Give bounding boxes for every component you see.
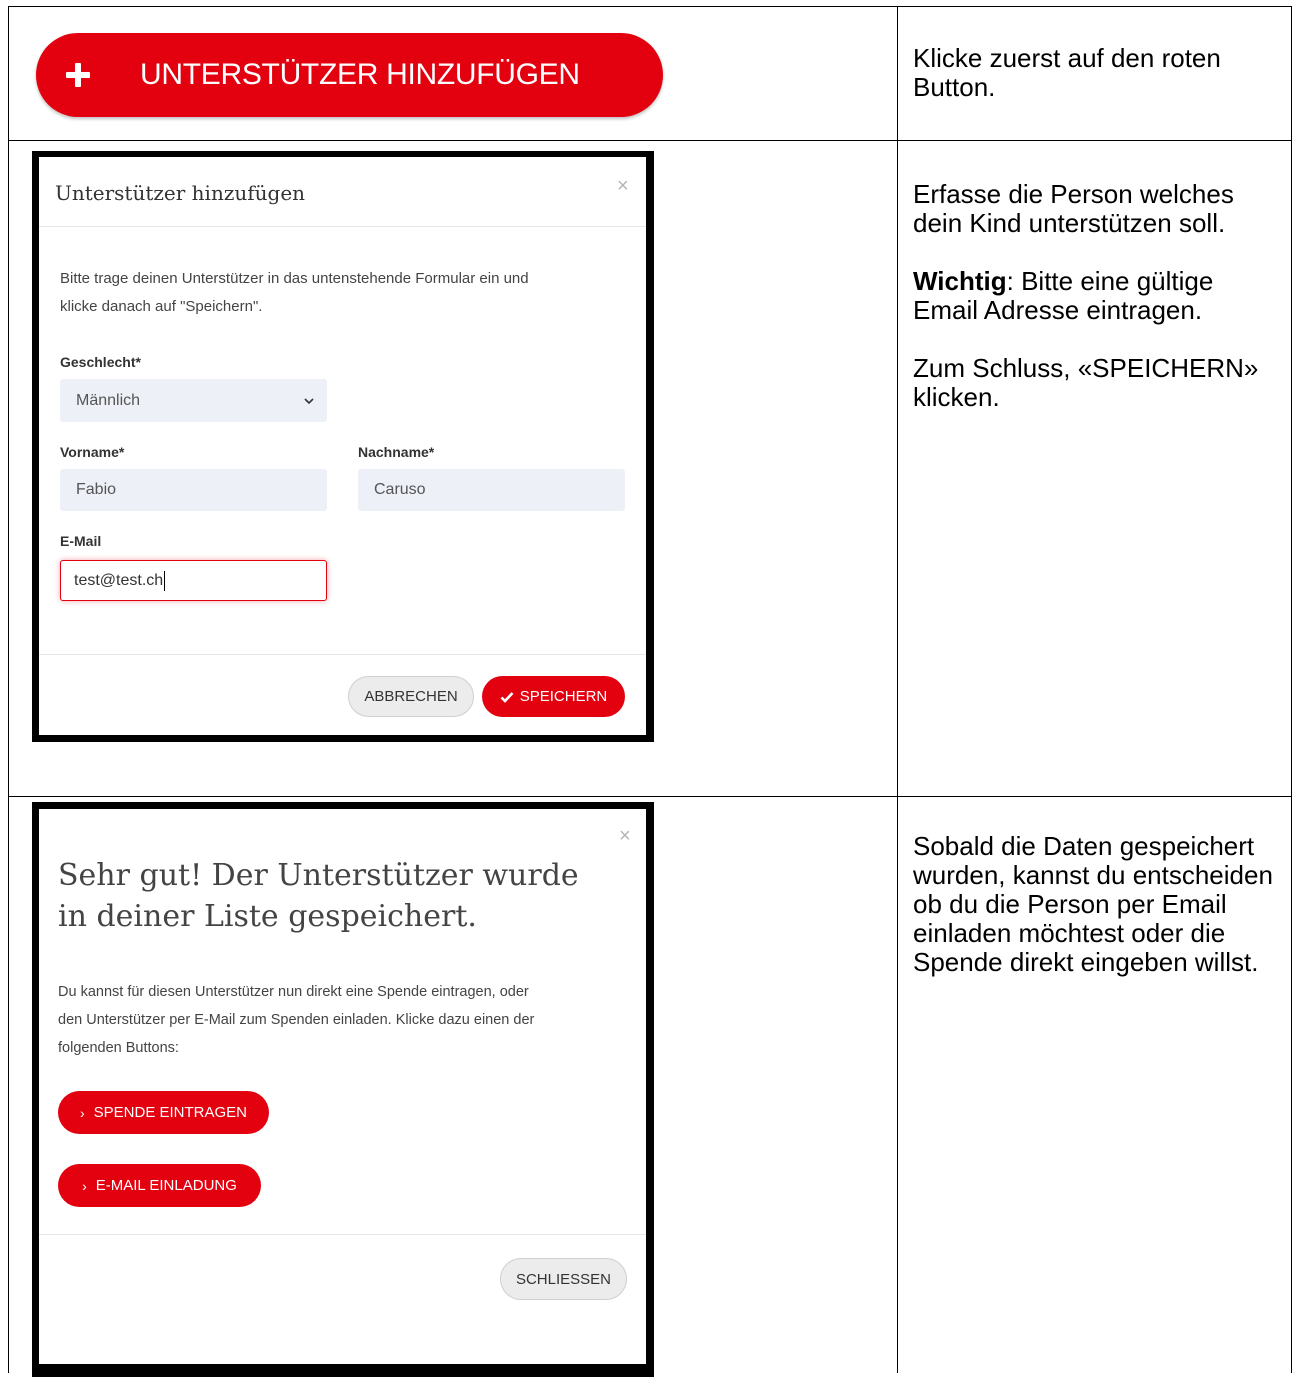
instruction-text: Sobald die Daten gespeichert wurden, kan…: [913, 831, 1273, 977]
chevron-right-icon: ›: [82, 1177, 87, 1194]
important-label: Wichtig: [913, 266, 1007, 296]
success-text: Du kannst für diesen Unterstützer nun di…: [58, 978, 638, 1062]
instruction-step-1: Klicke zuerst auf den roten Button.: [913, 44, 1273, 102]
email-invite-button[interactable]: › E-MAIL EINLADUNG: [58, 1164, 261, 1207]
table-row-divider-1: [8, 140, 1292, 141]
intro-line-2: klicke danach auf "Speichern".: [60, 298, 263, 315]
email-label: E-Mail: [60, 533, 102, 549]
table-border-left: [8, 6, 9, 1373]
text-line-2: den Unterstützer per E-Mail zum Spenden …: [58, 1012, 535, 1028]
instruction-text: Klicke zuerst auf den roten Button.: [913, 43, 1221, 102]
text-line-3: folgenden Buttons:: [58, 1040, 179, 1056]
modal-footer-divider: [39, 654, 646, 655]
email-invite-label: E-MAIL EINLADUNG: [95, 1177, 237, 1194]
close-icon[interactable]: ×: [617, 175, 629, 198]
cancel-button[interactable]: ABBRECHEN: [348, 676, 474, 717]
close-icon[interactable]: ×: [619, 825, 631, 848]
plus-icon: [66, 63, 90, 87]
add-donation-button[interactable]: › SPENDE EINTRAGEN: [58, 1091, 269, 1134]
modal-footer-divider: [39, 1234, 646, 1235]
gender-select[interactable]: Männlich: [60, 379, 327, 422]
gender-select-value: Männlich: [76, 391, 141, 409]
table-border-top: [8, 6, 1292, 7]
success-modal: × Sehr gut! Der Unterstützer wurde in de…: [39, 809, 646, 1364]
email-input[interactable]: test@test.ch: [60, 560, 327, 601]
instruction-step-2: Erfasse die Person welches dein Kind unt…: [913, 180, 1283, 412]
instruction-text-3: Zum Schluss, «SPEICHERN» klicken.: [913, 353, 1259, 412]
modal-header-divider: [39, 226, 646, 227]
firstname-label: Vorname*: [60, 444, 125, 460]
modal-intro-text: Bitte trage deinen Unterstützer in das u…: [60, 265, 630, 321]
firstname-input[interactable]: Fabio: [60, 469, 327, 511]
heading-line-2: in deiner Liste gespeichert.: [58, 899, 477, 934]
modal-title: Unterstützer hinzufügen: [55, 181, 306, 205]
table-row-divider-2: [8, 796, 1292, 797]
chevron-down-icon: [304, 398, 314, 405]
add-donation-label: SPENDE EINTRAGEN: [93, 1104, 248, 1121]
save-button-label: SPEICHERN: [519, 688, 608, 705]
lastname-value: Caruso: [374, 481, 426, 498]
intro-line-1: Bitte trage deinen Unterstützer in das u…: [60, 270, 529, 287]
lastname-input[interactable]: Caruso: [358, 469, 625, 511]
instruction-text-1: Erfasse die Person welches dein Kind unt…: [913, 179, 1234, 238]
email-value: test@test.ch: [74, 571, 164, 589]
gender-label: Geschlecht*: [60, 354, 141, 370]
checkmark-icon: [500, 691, 514, 703]
save-button[interactable]: SPEICHERN: [482, 676, 625, 717]
firstname-value: Fabio: [76, 481, 117, 498]
success-heading: Sehr gut! Der Unterstützer wurde in dein…: [58, 855, 638, 937]
instruction-important: Wichtig: Bitte eine gültige Email Adress…: [913, 267, 1283, 325]
text-cursor: [164, 570, 166, 591]
table-column-divider: [897, 6, 898, 1373]
heading-line-1: Sehr gut! Der Unterstützer wurde: [58, 858, 579, 893]
add-supporter-label: UNTERSTÜTZER HINZUFÜGEN: [140, 58, 580, 91]
add-supporter-modal: Unterstützer hinzufügen × Bitte trage de…: [39, 157, 646, 735]
instruction-step-3: Sobald die Daten gespeichert wurden, kan…: [913, 832, 1283, 977]
add-supporter-button[interactable]: UNTERSTÜTZER HINZUFÜGEN: [36, 33, 663, 117]
text-line-1: Du kannst für diesen Unterstützer nun di…: [58, 984, 529, 1000]
lastname-label: Nachname*: [358, 444, 435, 460]
chevron-right-icon: ›: [79, 1104, 85, 1121]
close-button[interactable]: SCHLIESSEN: [500, 1258, 627, 1300]
